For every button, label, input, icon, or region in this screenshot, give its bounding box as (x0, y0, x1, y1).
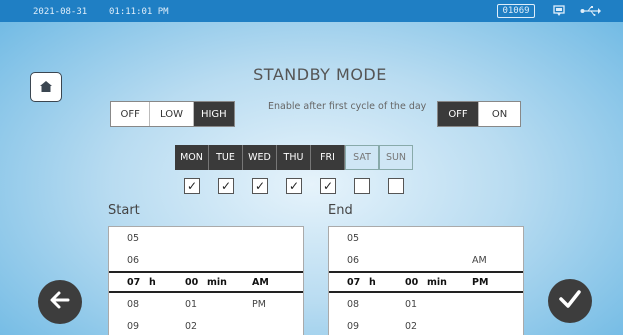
picker-row: 08 01 PM (127, 299, 266, 310)
checkbox-wed[interactable]: ✓ (252, 178, 268, 194)
day-sun[interactable]: SUN (379, 145, 413, 170)
picker-row: 05 (127, 233, 140, 244)
end-time-picker[interactable]: 05 06 AM 07 h 00 min PM 08 01 09 02 (328, 226, 524, 335)
picker-selected-row: 07 h 00 min PM (329, 271, 523, 293)
picker-row: 06 AM (347, 255, 487, 266)
day-tue[interactable]: TUE (209, 145, 243, 170)
chat-icon (553, 5, 565, 20)
day-wed[interactable]: WED (243, 145, 277, 170)
end-label: End (328, 203, 353, 218)
page-title: STANDBY MODE (253, 65, 387, 84)
cycle-counter: 01069 (497, 4, 535, 18)
mode-high-button[interactable]: HIGH (193, 102, 234, 126)
mode-off-button[interactable]: OFF (111, 102, 151, 126)
checkmark-icon (557, 287, 583, 315)
picker-row: 05 (347, 233, 360, 244)
status-date: 2021-08-31 (33, 7, 88, 17)
day-sat[interactable]: SAT (345, 145, 379, 170)
picker-row: 09 02 (127, 321, 198, 332)
picker-selected-row: 07 h 00 min AM (109, 271, 303, 293)
checkbox-fri[interactable]: ✓ (320, 178, 336, 194)
home-button[interactable] (30, 72, 62, 102)
picker-row: 09 02 (347, 321, 418, 332)
status-time: 01:11:01 PM (109, 7, 169, 17)
checkbox-sat[interactable] (354, 178, 370, 194)
picker-row: 08 01 (347, 299, 418, 310)
day-checkboxes: ✓ ✓ ✓ ✓ ✓ (175, 178, 413, 194)
checkbox-sun[interactable] (388, 178, 404, 194)
first-cycle-off-button[interactable]: OFF (438, 102, 480, 126)
picker-row: 06 (127, 255, 140, 266)
back-button[interactable] (38, 280, 82, 324)
checkbox-mon[interactable]: ✓ (184, 178, 200, 194)
day-mon[interactable]: MON (175, 145, 209, 170)
home-icon (39, 78, 53, 97)
day-thu[interactable]: THU (277, 145, 311, 170)
day-selector: MON TUE WED THU FRI SAT SUN (175, 145, 413, 170)
mode-low-button[interactable]: LOW (150, 102, 194, 126)
status-bar: 2021-08-31 01:11:01 PM 01069 (0, 0, 623, 22)
start-time-picker[interactable]: 05 06 07 h 00 min AM 08 01 PM 09 02 (108, 226, 304, 335)
day-fri[interactable]: FRI (311, 145, 345, 170)
usb-icon (580, 5, 602, 20)
standby-level-selector: OFF LOW HIGH (110, 101, 235, 127)
checkbox-thu[interactable]: ✓ (286, 178, 302, 194)
arrow-left-icon (48, 288, 72, 316)
confirm-button[interactable] (548, 279, 592, 323)
first-cycle-toggle: OFF ON (437, 101, 521, 127)
start-label: Start (108, 203, 140, 218)
first-cycle-on-button[interactable]: ON (479, 102, 520, 126)
checkbox-tue[interactable]: ✓ (218, 178, 234, 194)
first-cycle-label: Enable after first cycle of the day (268, 101, 427, 112)
